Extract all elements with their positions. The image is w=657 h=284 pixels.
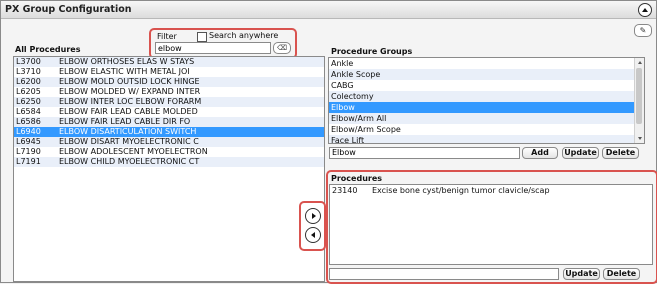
procedure-description: ELBOW DISARTICULATION SWITCH <box>59 127 197 136</box>
scroll-thumb[interactable] <box>636 68 642 124</box>
list-item[interactable]: Ankle Scope <box>329 69 634 80</box>
table-row[interactable]: L6945 ELBOW DISART MYOELECTRONIC C <box>14 137 324 147</box>
filter-group: Filter Search anywhere ⌫ <box>149 28 297 59</box>
table-row[interactable]: L6200 ELBOW MOLD OUTSID LOCK HINGE <box>14 77 324 87</box>
all-procedures-list[interactable]: L3700 ELBOW ORTHOSES ELAS W STAYS L3710 ELB… <box>13 56 325 282</box>
arrow-right-circle-icon[interactable] <box>305 208 321 224</box>
list-item[interactable]: Face Lift <box>329 135 634 143</box>
list-item[interactable]: Ankle <box>329 58 634 69</box>
list-item[interactable]: Elbow/Arm All <box>329 113 634 124</box>
table-row[interactable]: L6940 ELBOW DISARTICULATION SWITCH <box>14 127 324 137</box>
procedure-description: ELBOW INTER LOC ELBOW FORARM <box>59 97 202 106</box>
procedures-label: Procedures <box>331 174 383 183</box>
procedures-group: Procedures 23140 Excise bone cyst/benign … <box>326 170 657 284</box>
procedure-code: L6205 <box>16 87 41 96</box>
table-row[interactable]: L6205 ELBOW MOLDED W/ EXPAND INTER <box>14 87 324 97</box>
procedure-description: ELBOW ADOLESCENT MYOELECTRON <box>59 147 208 156</box>
procedure-description: ELBOW ORTHOSES ELAS W STAYS <box>59 57 195 66</box>
table-row[interactable]: L6584 ELBOW FAIR LEAD CABLE MOLDED <box>14 107 324 117</box>
move-buttons-group <box>299 201 326 251</box>
procedure-description: ELBOW MOLDED W/ EXPAND INTER <box>59 87 201 96</box>
list-item[interactable]: CABG <box>329 80 634 91</box>
collapse-chevron-up-icon[interactable] <box>638 3 652 17</box>
px-group-configuration-panel: PX Group Configuration ✎ Filter Search a… <box>0 0 657 284</box>
procedure-code: L7190 <box>16 147 41 156</box>
arrow-left-circle-icon[interactable] <box>305 227 321 243</box>
eraser-icon[interactable]: ⌫ <box>273 42 291 54</box>
list-item[interactable]: Colectomy <box>329 91 634 102</box>
table-row[interactable]: L3700 ELBOW ORTHOSES ELAS W STAYS <box>14 57 324 67</box>
procedure-code: L3700 <box>16 57 41 66</box>
delete-procedure-button[interactable]: Delete <box>603 268 640 280</box>
procedure-code: L6250 <box>16 97 41 106</box>
procedure-code: 23140 <box>332 186 358 195</box>
table-row[interactable]: L7191 ELBOW CHILD MYOELECTRONIC CT <box>14 157 324 167</box>
procedure-description: ELBOW MOLD OUTSID LOCK HINGE <box>59 77 200 86</box>
search-anywhere-checkbox[interactable] <box>197 32 207 42</box>
procedure-code: L6945 <box>16 137 41 146</box>
procedure-code: L6200 <box>16 77 41 86</box>
scroll-down-icon[interactable] <box>636 135 643 142</box>
procedures-list[interactable]: 23140 Excise bone cyst/benign tumor clavi… <box>329 184 653 265</box>
list-item[interactable]: Elbow <box>329 102 634 113</box>
add-group-button[interactable]: Add <box>522 147 558 159</box>
procedure-description: ELBOW DISART MYOELECTRONIC C <box>59 137 199 146</box>
procedure-code: L6586 <box>16 117 41 126</box>
all-procedures-label: All Procedures <box>15 45 81 54</box>
procedure-description: ELBOW CHILD MYOELECTRONIC CT <box>59 157 200 166</box>
table-row[interactable]: 23140 Excise bone cyst/benign tumor clavi… <box>330 185 652 196</box>
procedure-groups-label: Procedure Groups <box>331 47 413 56</box>
table-row[interactable]: L7190 ELBOW ADOLESCENT MYOELECTRON <box>14 147 324 157</box>
delete-group-button[interactable]: Delete <box>602 147 639 159</box>
procedure-code: L3710 <box>16 67 41 76</box>
table-row[interactable]: L6250 ELBOW INTER LOC ELBOW FORARM <box>14 97 324 107</box>
procedure-input[interactable] <box>329 268 559 280</box>
procedure-code: L6940 <box>16 127 41 136</box>
procedure-description: ELBOW ELASTIC WITH METAL JOI <box>59 67 190 76</box>
table-row[interactable]: L3710 ELBOW ELASTIC WITH METAL JOI <box>14 67 324 77</box>
update-group-button[interactable]: Update <box>562 147 599 159</box>
procedure-groups-list[interactable]: Ankle Ankle Scope CABG Colectomy Elbow Elbow/… <box>328 57 645 144</box>
procedure-groups-scrollbar[interactable] <box>634 58 644 143</box>
table-row[interactable]: L6586 ELBOW FAIR LEAD CABLE DIR FO <box>14 117 324 127</box>
procedure-description: ELBOW FAIR LEAD CABLE MOLDED <box>59 107 198 116</box>
update-procedure-button[interactable]: Update <box>563 268 600 280</box>
list-item[interactable]: Elbow/Arm Scope <box>329 124 634 135</box>
panel-title: PX Group Configuration <box>5 4 132 15</box>
pencil-icon[interactable]: ✎ <box>634 24 652 37</box>
panel-header: PX Group Configuration <box>1 1 656 19</box>
procedure-description: ELBOW FAIR LEAD CABLE DIR FO <box>59 117 191 126</box>
filter-input[interactable] <box>155 42 271 54</box>
group-name-input[interactable] <box>329 147 520 159</box>
procedure-code: L7191 <box>16 157 41 166</box>
scroll-up-icon[interactable] <box>636 59 643 66</box>
procedure-code: L6584 <box>16 107 41 116</box>
filter-label: Filter <box>157 32 177 41</box>
procedure-description: Excise bone cyst/benign tumor clavicle/s… <box>372 186 550 195</box>
search-anywhere-label[interactable]: Search anywhere <box>209 31 278 40</box>
